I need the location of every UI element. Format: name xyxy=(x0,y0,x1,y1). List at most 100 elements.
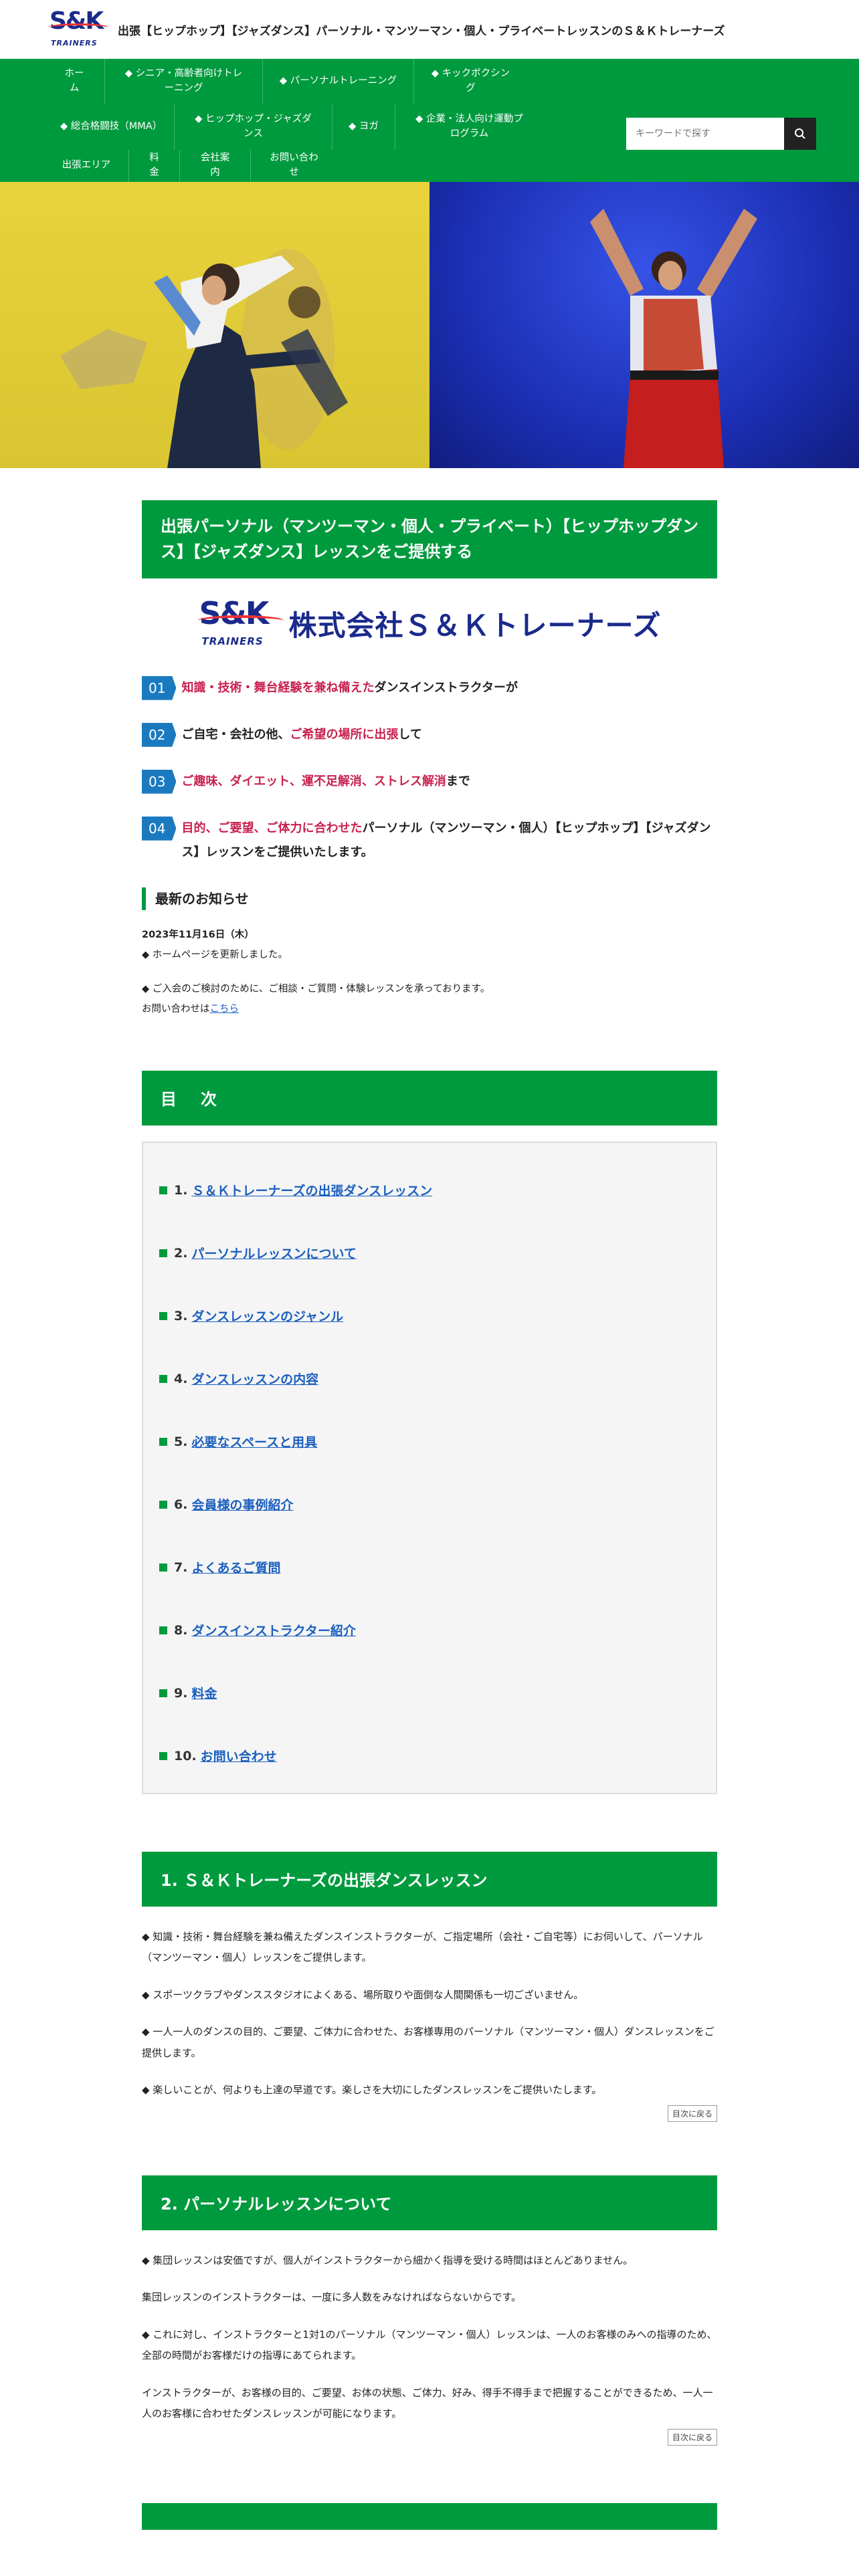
toc-link[interactable]: ダンスレッスンの内容 xyxy=(191,1370,318,1388)
site-title[interactable]: 出張【ヒップホップ】【ジャズダンス】パーソナル・マンツーマン・個人・プライベート… xyxy=(118,21,725,38)
toc-item: 10. お問い合わせ xyxy=(159,1725,700,1788)
search-input[interactable] xyxy=(626,118,784,150)
toc-item-number: 8. xyxy=(174,1622,188,1638)
toc-item: 5. 必要なスペースと用具 xyxy=(159,1410,700,1473)
search-box xyxy=(626,118,816,150)
bullet-square-icon xyxy=(159,1626,167,1634)
toc-item-number: 2. xyxy=(174,1245,188,1261)
nav-mma[interactable]: ◆ 総合格闘技（MMA） xyxy=(44,104,174,150)
nav-area[interactable]: 出張エリア xyxy=(44,150,128,182)
back-to-toc-button[interactable]: 目次に戻る xyxy=(667,2105,717,2122)
next-section-heading-bar xyxy=(142,2502,717,2530)
point-highlight: 目的、ご要望、ご体力に合わせた xyxy=(181,821,363,835)
section-paragraph: ◆ 一人一人のダンスの目的、ご要望、ご体力に合わせた、お客様専用のパーソナル（マ… xyxy=(142,2026,714,2059)
nav-hiphop-jazz[interactable]: ◆ ヒップホップ・ジャズダンス xyxy=(174,104,332,150)
toc-link[interactable]: 必要なスペースと用具 xyxy=(191,1432,317,1451)
back-to-toc-button[interactable]: 目次に戻る xyxy=(667,2428,717,2446)
news-contact-link[interactable]: こちら xyxy=(210,1004,240,1014)
section-paragraph: ◆ 知識・技術・舞台経験を兼ね備えたダンスインストラクターが、ご指定場所（会社・… xyxy=(142,1930,703,1964)
bullet-square-icon xyxy=(159,1563,167,1572)
nav-corporate-program[interactable]: ◆ 企業・法人向け運動プログラム xyxy=(395,104,543,150)
nav-kickboxing[interactable]: ◆ キックボクシング xyxy=(413,59,527,104)
toc-item-number: 4. xyxy=(174,1371,188,1386)
site-logo[interactable]: S&K TRAINERS xyxy=(48,7,115,48)
feature-point-1: 01 知識・技術・舞台経験を兼ね備えたダンスインストラクターが xyxy=(142,675,717,700)
global-nav: ホーム ◆ シニア・高齢者向けトレーニング ◆ パーソナルトレーニング ◆ キッ… xyxy=(0,59,859,182)
nav-personal-training[interactable]: ◆ パーソナルトレーニング xyxy=(262,59,413,104)
toc-link[interactable]: 会員様の事例紹介 xyxy=(191,1495,293,1513)
point-text: ご自宅・会社の他、 xyxy=(181,727,290,742)
bullet-square-icon xyxy=(159,1311,167,1320)
logo-swoosh xyxy=(48,23,108,31)
news-body: 2023年11月16日（木） ◆ ホームページを更新しました。 ◆ ご入会のご検… xyxy=(142,925,717,1020)
bullet-square-icon xyxy=(159,1186,167,1194)
toc-link[interactable]: よくあるご質問 xyxy=(191,1558,280,1576)
toc-item-number: 7. xyxy=(174,1560,188,1575)
logo-subtext: TRAINERS xyxy=(51,39,98,47)
feature-points: 01 知識・技術・舞台経験を兼ね備えたダンスインストラクターが 02 ご自宅・会… xyxy=(142,675,717,865)
point-highlight: ご趣味、ダイエット、運不足解消、ストレス解消 xyxy=(181,774,446,788)
feature-point-4: 04 目的、ご要望、ご体力に合わせたパーソナル（マンツーマン・個人）【ヒップホッ… xyxy=(142,816,717,865)
company-name: 株式会社Ｓ＆Ｋトレーナーズ xyxy=(288,609,662,643)
bullet-square-icon xyxy=(159,1374,167,1383)
feature-point-2: 02 ご自宅・会社の他、ご希望の場所に出張して xyxy=(142,722,717,747)
toc-link[interactable]: パーソナルレッスンについて xyxy=(191,1244,356,1262)
table-of-contents: 1. Ｓ＆Ｋトレーナーズの出張ダンスレッスン 2. パーソナルレッスンについて 3.… xyxy=(142,1141,717,1794)
toc-item-number: 10. xyxy=(174,1748,197,1763)
point-highlight: 知識・技術・舞台経験を兼ね備えた xyxy=(181,680,375,695)
bullet-square-icon xyxy=(159,1500,167,1509)
nav-home[interactable]: ホーム xyxy=(44,59,104,104)
toc-item: 6. 会員様の事例紹介 xyxy=(159,1473,700,1536)
section-paragraph: ◆ スポーツクラブやダンススタジオによくある、場所取りや面倒な人間関係も一切ござ… xyxy=(142,1988,584,2001)
page-heading: 出張パーソナル（マンツーマン・個人・プライベート）【ヒップホップダンス】【ジャズ… xyxy=(142,500,717,578)
toc-link[interactable]: 料金 xyxy=(191,1684,217,1702)
section-paragraph: インストラクターが、お客様の目的、ご要望、お体の状態、ご体力、好み、得手不得手ま… xyxy=(142,2386,713,2420)
section-paragraph: ◆ 集団レッスンは安価ですが、個人がインストラクターから細かく指導を受ける時間は… xyxy=(142,2254,634,2266)
toc-heading: 目 次 xyxy=(142,1070,717,1125)
company-logo-mark: S&K TRAINERS xyxy=(197,595,285,647)
search-icon xyxy=(795,128,805,139)
toc-item: 1. Ｓ＆Ｋトレーナーズの出張ダンスレッスン xyxy=(159,1159,700,1222)
company-logo-subtext: TRAINERS xyxy=(201,635,264,647)
toc-item: 2. パーソナルレッスンについて xyxy=(159,1222,700,1285)
point-text: まで xyxy=(446,774,470,788)
toc-item: 4. ダンスレッスンの内容 xyxy=(159,1348,700,1410)
section-heading: 1. Ｓ＆Ｋトレーナーズの出張ダンスレッスン xyxy=(142,1851,717,1907)
toc-item-number: 9. xyxy=(174,1685,188,1701)
nav-pricing[interactable]: 料金 xyxy=(128,150,179,182)
toc-item: 7. よくあるご質問 xyxy=(159,1536,700,1599)
news-heading: 最新のお知らせ xyxy=(142,887,717,910)
point-text: ダンスインストラクターが xyxy=(374,680,518,695)
bullet-square-icon xyxy=(159,1249,167,1257)
bullet-square-icon xyxy=(159,1751,167,1760)
search-button[interactable] xyxy=(784,118,816,150)
section-paragraph: 集団レッスンのインストラクターは、一度に多人数をみなければならないからです。 xyxy=(142,2291,522,2304)
nav-senior-training[interactable]: ◆ シニア・高齢者向けトレーニング xyxy=(104,59,262,104)
toc-link[interactable]: Ｓ＆Ｋトレーナーズの出張ダンスレッスン xyxy=(191,1181,432,1199)
toc-link[interactable]: ダンスレッスンのジャンル xyxy=(191,1307,343,1325)
point-highlight: ご希望の場所に出張 xyxy=(290,727,399,742)
news-item: ◆ ご入会のご検討のために、ご相談・ご質問・体験レッスンを承っております。 xyxy=(142,983,490,994)
nav-row-3: 出張エリア 料金 会社案内 お問い合わせ xyxy=(44,150,815,182)
main-content: 出張パーソナル（マンツーマン・個人・プライベート）【ヒップホップダンス】【ジャズ… xyxy=(142,468,717,2530)
section-heading: 2. パーソナルレッスンについて xyxy=(142,2175,717,2230)
toc-item-number: 5. xyxy=(174,1434,188,1449)
point-number-badge: 04 xyxy=(142,816,177,841)
point-number-badge: 02 xyxy=(142,722,177,747)
nav-contact[interactable]: お問い合わせ xyxy=(250,150,337,182)
nav-company[interactable]: 会社案内 xyxy=(179,150,250,182)
toc-item-number: 1. xyxy=(174,1182,188,1198)
point-number-badge: 03 xyxy=(142,769,177,794)
toc-item-number: 3. xyxy=(174,1308,188,1323)
toc-link[interactable]: お問い合わせ xyxy=(201,1747,277,1765)
toc-link[interactable]: ダンスインストラクター紹介 xyxy=(191,1621,355,1639)
site-header: S&K TRAINERS 出張【ヒップホップ】【ジャズダンス】パーソナル・マンツ… xyxy=(0,0,859,59)
hero-image-dancers-group xyxy=(0,182,430,468)
nav-yoga[interactable]: ◆ ヨガ xyxy=(332,104,395,150)
news-date: 2023年11月16日（木） xyxy=(142,929,254,940)
point-text: して xyxy=(398,727,422,742)
toc-item: 9. 料金 xyxy=(159,1662,700,1725)
toc-item: 8. ダンスインストラクター紹介 xyxy=(159,1599,700,1662)
point-number-badge: 01 xyxy=(142,675,177,700)
feature-point-3: 03 ご趣味、ダイエット、運不足解消、ストレス解消まで xyxy=(142,769,717,794)
